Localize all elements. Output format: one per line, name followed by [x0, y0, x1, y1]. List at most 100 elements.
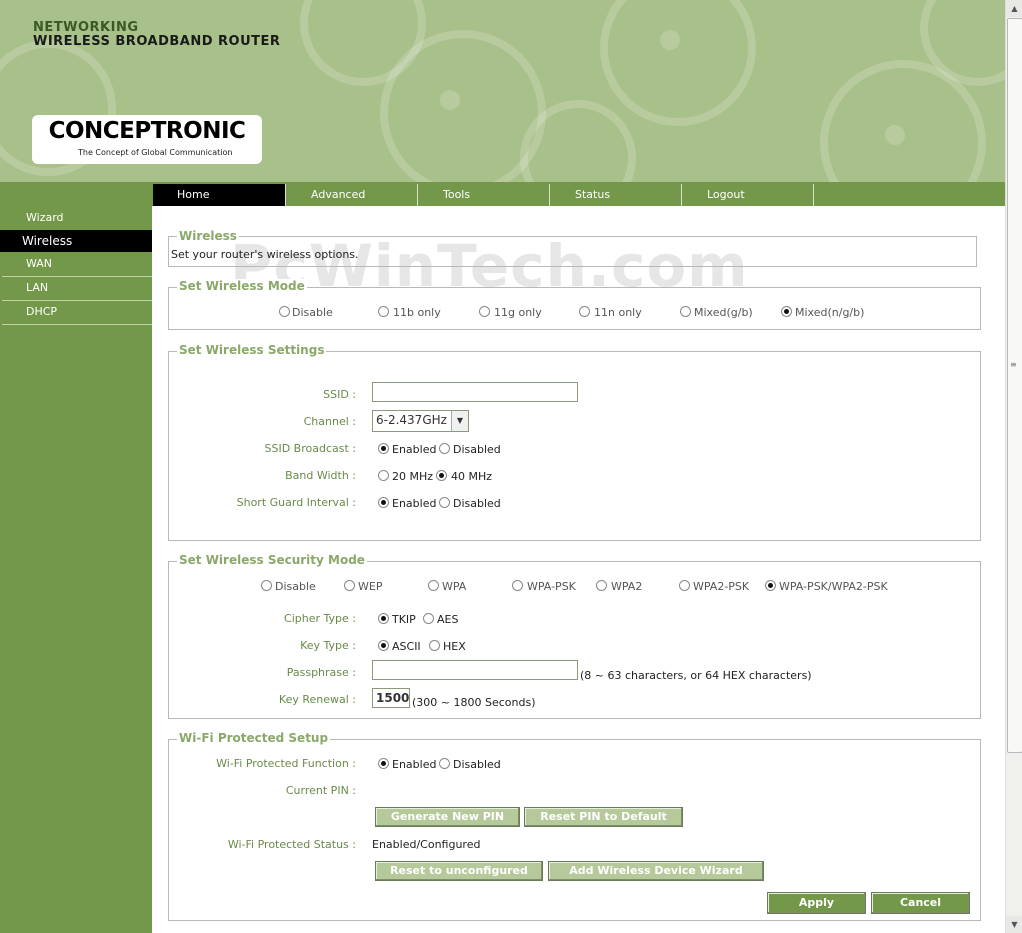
mode-mixed-gb-label: Mixed(g/b): [694, 306, 753, 319]
tab-tools[interactable]: Tools: [419, 184, 549, 206]
tab-separator: [549, 184, 550, 206]
reset-unconfigured-button[interactable]: Reset to unconfigured: [375, 861, 543, 881]
channel-select[interactable]: 6-2.437GHz ▼: [372, 410, 469, 432]
mode-11b-label: 11b only: [393, 306, 441, 319]
conceptronic-logo: CONCEPTRONIC The Concept of Global Commu…: [32, 115, 262, 164]
tab-label: Advanced: [311, 188, 366, 201]
key-type-label: Key Type :: [300, 639, 356, 652]
wps-function-label: Wi-Fi Protected Function :: [216, 757, 356, 770]
mode-mixed-ngb-radio[interactable]: [781, 306, 792, 317]
key-hex-radio[interactable]: [429, 640, 440, 651]
scroll-up-icon[interactable]: ▲: [1006, 0, 1022, 17]
sec-wpa2-label: WPA2: [611, 580, 643, 593]
tab-advanced[interactable]: Advanced: [287, 184, 417, 206]
tab-separator: [285, 184, 286, 206]
sidebar-item-dhcp[interactable]: DHCP: [0, 301, 152, 323]
wps-enabled-label: Enabled: [392, 758, 437, 771]
mode-disable-label: Disable: [292, 306, 333, 319]
mode-11g-radio[interactable]: [479, 306, 490, 317]
sec-wep-label: WEP: [358, 580, 383, 593]
bw-20-label: 20 MHz: [392, 470, 434, 483]
sec-wpa2-radio[interactable]: [596, 580, 607, 591]
sec-wpa-wpa2-psk-label: WPA-PSK/WPA2-PSK: [779, 580, 888, 593]
ssid-broadcast-enabled-radio[interactable]: [378, 443, 389, 454]
security-legend: Set Wireless Security Mode: [177, 553, 367, 567]
key-renewal-hint: (300 ~ 1800 Seconds): [412, 696, 536, 709]
wps-disabled-radio[interactable]: [439, 758, 450, 769]
logo-tagline: The Concept of Global Communication: [78, 148, 233, 157]
mode-11g-label: 11g only: [494, 306, 542, 319]
bw-40-radio[interactable]: [436, 470, 447, 481]
key-renewal-label: Key Renewal :: [278, 693, 356, 706]
tab-label: Status: [575, 188, 611, 201]
sec-wpa-radio[interactable]: [428, 580, 439, 591]
sec-disable-radio[interactable]: [261, 580, 272, 591]
sidebar-divider: [2, 324, 152, 325]
wireless-settings-legend: Set Wireless Settings: [177, 343, 327, 357]
reset-pin-button[interactable]: Reset PIN to Default: [524, 807, 683, 827]
cipher-aes-label: AES: [437, 613, 459, 626]
current-pin-label: Current PIN :: [285, 784, 356, 797]
wps-status-value: Enabled/Configured: [372, 838, 481, 851]
ssid-broadcast-label: SSID Broadcast :: [264, 442, 357, 455]
scroll-down-icon[interactable]: ▼: [1006, 916, 1022, 933]
tab-status[interactable]: Status: [551, 184, 681, 206]
tab-separator: [681, 184, 682, 206]
sec-wpa-wpa2-psk-radio[interactable]: [765, 580, 776, 591]
channel-label: Channel :: [303, 415, 356, 428]
brand-networking: NETWORKING: [33, 20, 139, 35]
cipher-tkip-radio[interactable]: [378, 613, 389, 624]
key-ascii-label: ASCII: [392, 640, 421, 653]
wps-legend: Wi-Fi Protected Setup: [177, 731, 331, 745]
mode-mixed-ngb-label: Mixed(n/g/b): [795, 306, 865, 319]
sec-wpa-label: WPA: [442, 580, 467, 593]
mode-11n-label: 11n only: [594, 306, 642, 319]
mode-disable-radio[interactable]: [279, 306, 290, 317]
sidebar-item-wan[interactable]: WAN: [0, 253, 152, 275]
tab-home[interactable]: Home: [153, 184, 285, 206]
tab-logout[interactable]: Logout: [683, 184, 813, 206]
key-renewal-input[interactable]: 1500: [372, 688, 410, 708]
sec-wpa2-psk-radio[interactable]: [679, 580, 690, 591]
passphrase-input[interactable]: [372, 660, 578, 680]
tab-label: Home: [177, 188, 210, 201]
passphrase-label: Passphrase :: [286, 666, 356, 679]
apply-button[interactable]: Apply: [767, 892, 866, 914]
cancel-button[interactable]: Cancel: [871, 892, 970, 914]
bw-40-label: 40 MHz: [451, 470, 493, 483]
short-guard-enabled-radio[interactable]: [378, 497, 389, 508]
ssid-input[interactable]: [372, 382, 578, 402]
short-guard-disabled-label: Disabled: [453, 497, 501, 510]
sidebar-item-lan[interactable]: LAN: [0, 277, 152, 299]
add-wireless-device-button[interactable]: Add Wireless Device Wizard: [548, 861, 764, 881]
bw-20-radio[interactable]: [378, 470, 389, 481]
sidebar-item-label: DHCP: [26, 305, 58, 318]
short-guard-disabled-radio[interactable]: [439, 497, 450, 508]
wireless-legend: Wireless: [177, 229, 239, 243]
sidebar-item-wizard[interactable]: Wizard: [0, 207, 152, 229]
vertical-scrollbar[interactable]: ▲ ≡ ▼: [1005, 0, 1022, 933]
chevron-down-icon[interactable]: ▼: [451, 411, 468, 431]
sec-wpa-psk-radio[interactable]: [512, 580, 523, 591]
key-ascii-radio[interactable]: [378, 640, 389, 651]
mode-mixed-gb-radio[interactable]: [680, 306, 691, 317]
ssid-label: SSID :: [323, 388, 356, 401]
scrollbar-thumb[interactable]: [1007, 18, 1022, 753]
tab-label: Tools: [443, 188, 471, 201]
wireless-description: Set your router's wireless options.: [171, 248, 359, 261]
brand-product: WIRELESS BROADBAND ROUTER: [33, 34, 281, 49]
cipher-aes-radio[interactable]: [423, 613, 434, 624]
sidebar-item-label: Wizard: [26, 211, 64, 224]
mode-11b-radio[interactable]: [378, 306, 389, 317]
decor-dot: [885, 125, 905, 145]
generate-pin-button[interactable]: Generate New PIN: [375, 807, 520, 827]
decor-dot: [660, 30, 680, 50]
cipher-type-label: Cipher Type :: [284, 612, 356, 625]
ssid-broadcast-disabled-radio[interactable]: [439, 443, 450, 454]
short-guard-label: Short Guard Interval :: [236, 496, 356, 509]
sidebar-item-wireless[interactable]: Wireless: [0, 230, 152, 252]
mode-11n-radio[interactable]: [579, 306, 590, 317]
sec-wpa-psk-label: WPA-PSK: [527, 580, 576, 593]
sec-wep-radio[interactable]: [344, 580, 355, 591]
wps-enabled-radio[interactable]: [378, 758, 389, 769]
